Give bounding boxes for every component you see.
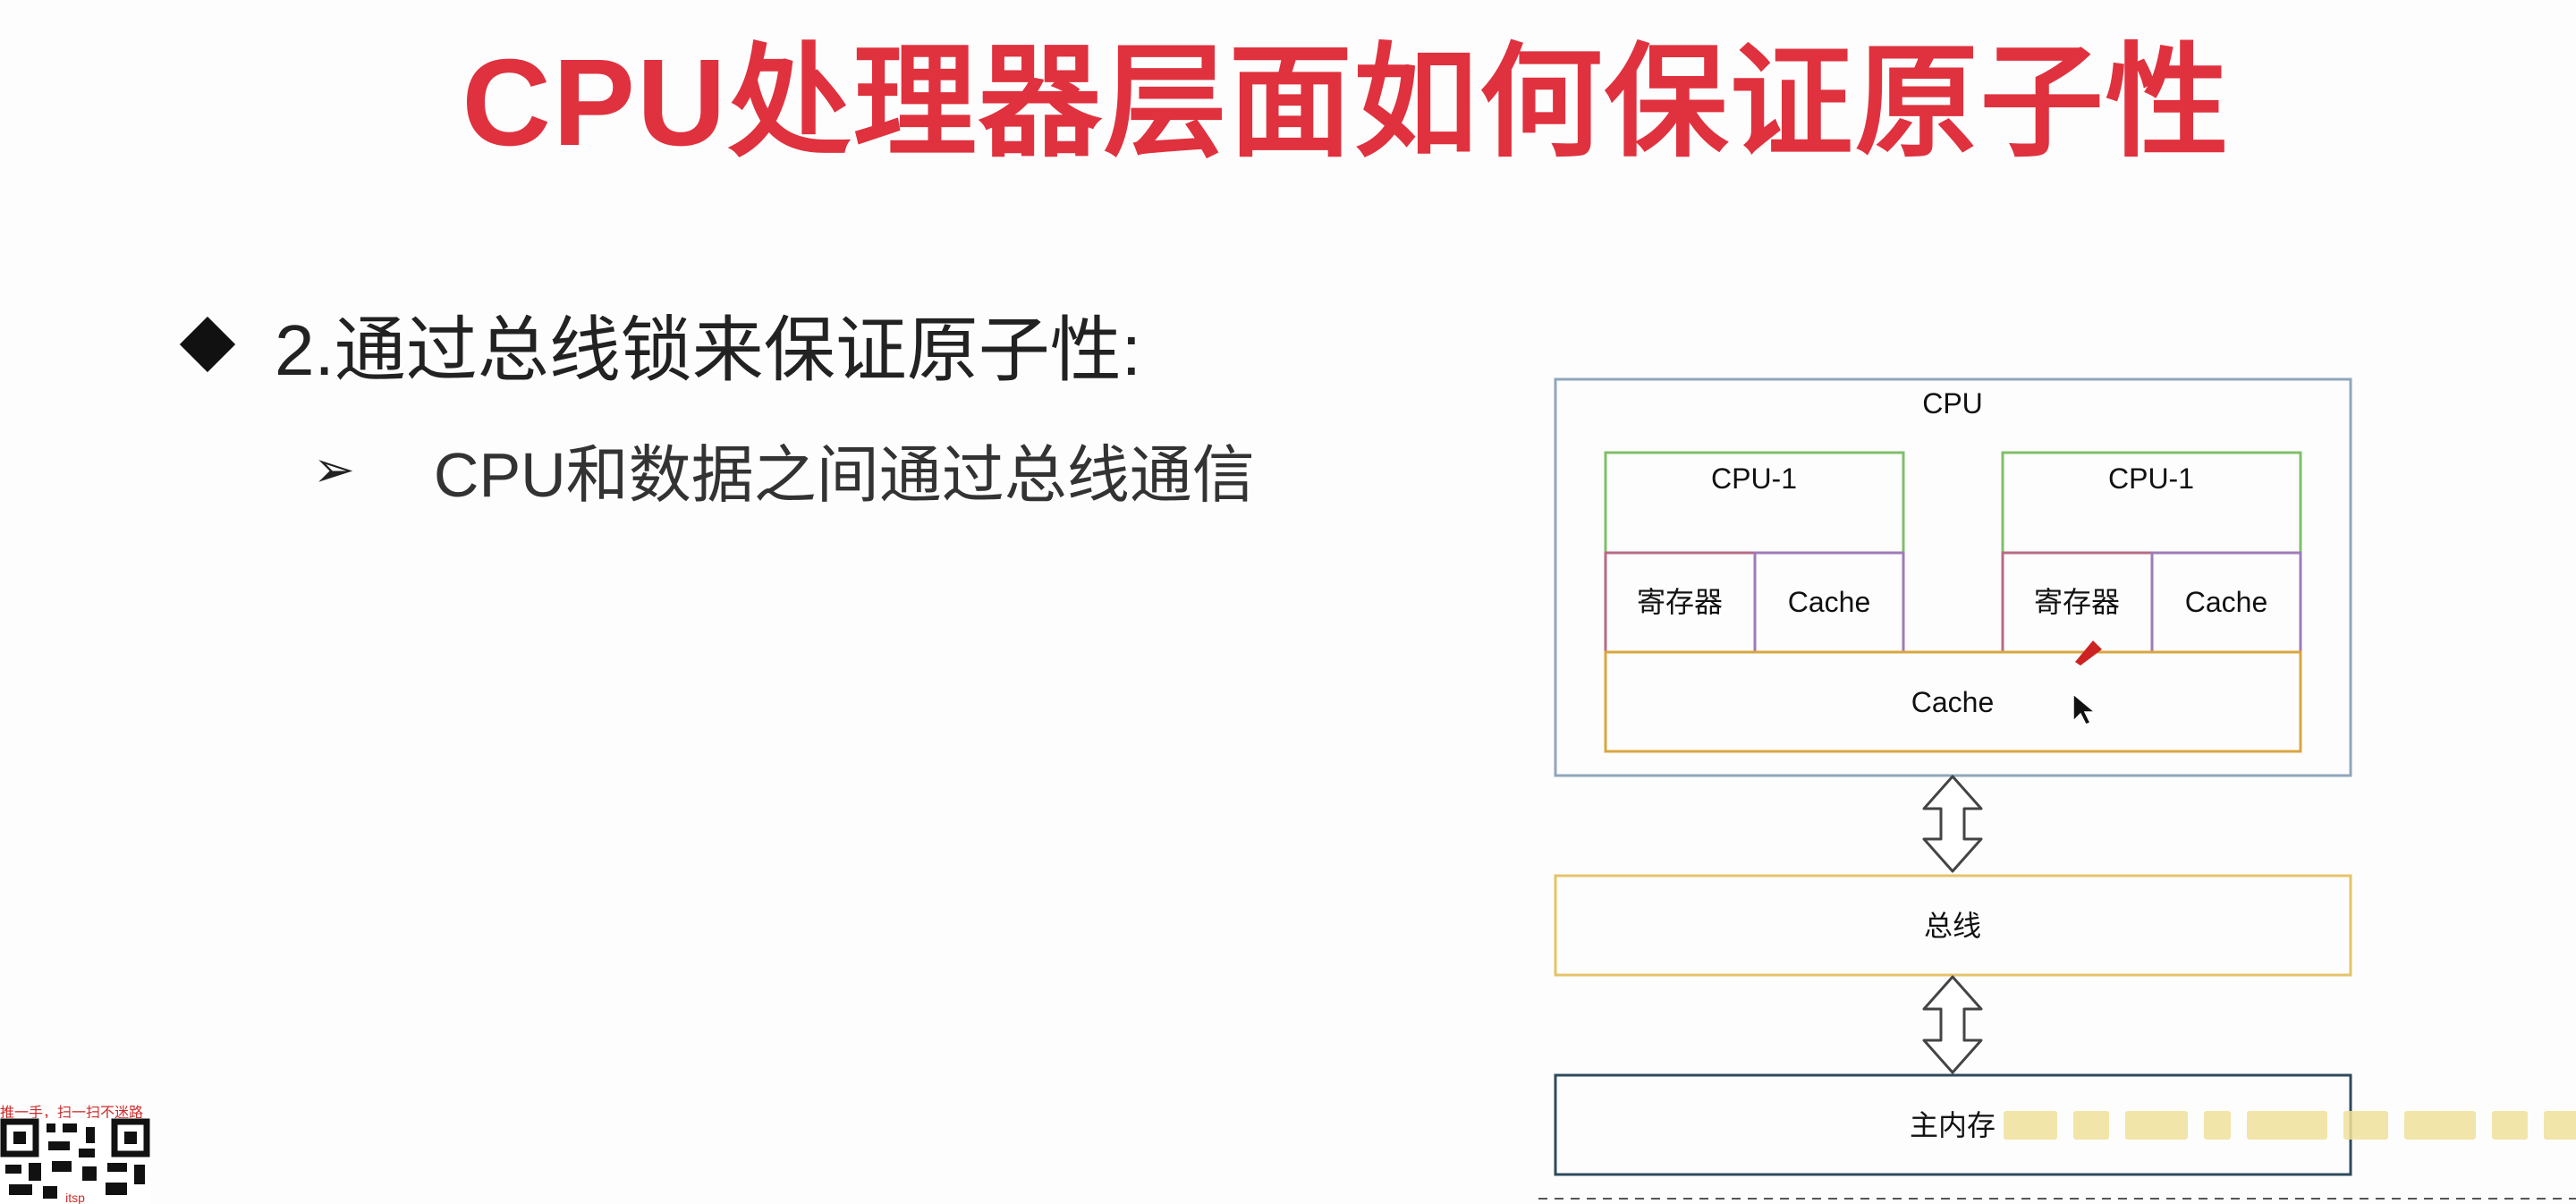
- cursor-icon[interactable]: [2072, 692, 2097, 725]
- cpu-label: CPU: [1922, 387, 1983, 420]
- double-arrow-icon: [1922, 975, 1983, 1074]
- qr-text: itsp: [65, 1191, 85, 1204]
- main-memory-label: 主内存: [1910, 1109, 1996, 1141]
- core-2-label: CPU-1: [2108, 462, 2194, 495]
- core-2-cache-label: Cache: [2185, 586, 2268, 618]
- blur-overlay: [2004, 1111, 2576, 1143]
- core-1-register-label: 寄存器: [1637, 586, 1723, 618]
- bus-lock-diagram: CPU CPU-1 寄存器 Cache CPU-1 寄存器 Cache Cach…: [1538, 377, 2576, 1200]
- double-arrow-icon: [1922, 775, 1983, 873]
- qr-code-icon: itsp: [0, 1118, 150, 1204]
- core-1-cache-label: Cache: [1788, 586, 1871, 618]
- core-2-register-label: 寄存器: [2034, 586, 2120, 618]
- core-1-label: CPU-1: [1711, 462, 1797, 495]
- shared-cache-label: Cache: [1911, 686, 1995, 718]
- bus-label: 总线: [1924, 910, 1981, 942]
